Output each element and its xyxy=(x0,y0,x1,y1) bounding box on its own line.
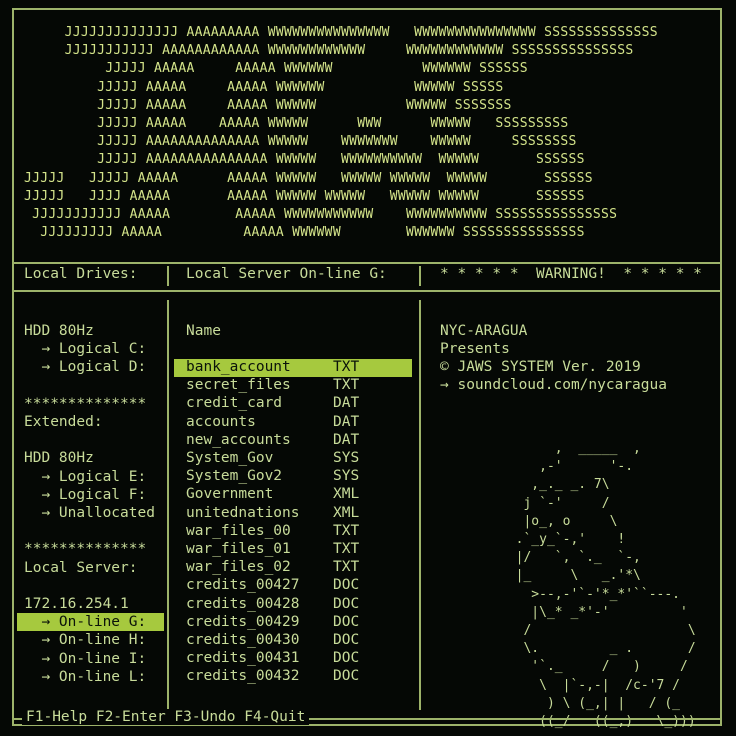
drive-item[interactable]: → Logical F: xyxy=(24,486,146,504)
info-title: NYC-ARAGUA xyxy=(440,323,528,339)
file-name[interactable]: credits_00432 xyxy=(186,667,300,685)
file-type: TXT xyxy=(333,541,360,557)
function-key-bar[interactable]: F1-Help F2-Enter F3-Undo F4-Quit xyxy=(22,709,310,725)
drive-item-selected[interactable]: → On-line G: xyxy=(17,613,164,632)
file-type: DOC xyxy=(333,632,360,648)
file-type: SYS xyxy=(333,468,360,485)
header-top-divider xyxy=(14,262,720,264)
file-type: SYS xyxy=(333,450,360,466)
drive-panel-label: ************** xyxy=(24,541,147,558)
file-name[interactable]: war_files_00 xyxy=(186,522,291,540)
drive-panel-label: Extended: xyxy=(24,414,103,430)
panel-separator-2 xyxy=(419,300,421,710)
file-type: DOC xyxy=(333,668,360,685)
warning-header: * * * * * WARNING! * * * * * xyxy=(440,266,702,282)
drive-item[interactable]: → On-line I: xyxy=(24,650,146,668)
file-name[interactable]: credits_00429 xyxy=(186,613,300,631)
file-type: DAT xyxy=(333,431,360,448)
header-separator-2 xyxy=(419,266,421,286)
file-type: DOC xyxy=(333,613,360,630)
file-name[interactable]: war_files_02 xyxy=(186,558,291,576)
local-drives-header: Local Drives: xyxy=(24,266,138,282)
info-presents: Presents xyxy=(440,341,510,357)
file-type: XML xyxy=(333,486,360,503)
file-name[interactable]: System_Gov xyxy=(186,449,273,467)
drive-item[interactable]: → Unallocated xyxy=(24,504,155,522)
file-name[interactable]: credits_00427 xyxy=(186,576,300,594)
header-bottom-divider xyxy=(14,290,720,292)
file-name[interactable]: secret_files xyxy=(186,376,291,394)
file-name[interactable]: accounts xyxy=(186,413,256,431)
file-name[interactable]: new_accounts xyxy=(186,431,291,449)
drive-panel-label: 172.16.254.1 xyxy=(24,596,129,612)
drive-panel-label: HDD 80Hz xyxy=(24,323,94,339)
file-name[interactable]: Government xyxy=(186,485,273,503)
drive-item[interactable]: → On-line H: xyxy=(24,631,146,649)
file-type: TXT xyxy=(333,359,360,375)
local-server-header: Local Server On-line G: xyxy=(186,266,387,282)
drive-item[interactable]: → On-line L: xyxy=(24,668,146,686)
drive-panel-label: HDD 80Hz xyxy=(24,450,94,467)
file-name[interactable]: credits_00428 xyxy=(186,595,300,613)
drive-item[interactable]: → Logical D: xyxy=(24,358,146,376)
jaws-banner-art: JJJJJJJJJJJJJJ AAAAAAAAA WWWWWWWWWWWWWWW… xyxy=(24,25,658,241)
header-separator-1 xyxy=(167,266,169,286)
drive-panel-label: ************** xyxy=(24,395,147,412)
file-type: TXT xyxy=(333,559,360,576)
file-type: TXT xyxy=(333,377,360,394)
file-name[interactable]: credits_00430 xyxy=(186,631,300,649)
file-type: DAT xyxy=(333,413,360,430)
file-type: DOC xyxy=(333,650,360,667)
drive-item[interactable]: → Logical C: xyxy=(24,340,146,358)
file-type: DOC xyxy=(333,577,360,594)
name-column-header: Name xyxy=(186,323,221,339)
file-name[interactable]: credit_card xyxy=(186,394,282,412)
file-type: TXT xyxy=(333,522,360,539)
shark-ascii-art: , _____ , ,-' '-. ,_._ _. 7\ j `-' / |o_… xyxy=(515,441,696,730)
info-link[interactable]: → soundcloud.com/nycaragua xyxy=(440,376,667,394)
file-type: DOC xyxy=(333,595,360,612)
file-name[interactable]: System_Gov2 xyxy=(186,467,282,485)
panel-separator-1 xyxy=(167,300,169,710)
file-name[interactable]: credits_00431 xyxy=(186,649,300,667)
drive-panel-label: Local Server: xyxy=(24,559,138,576)
file-name[interactable]: war_files_01 xyxy=(186,540,291,558)
file-name[interactable]: bank_account xyxy=(186,358,291,376)
file-type: XML xyxy=(333,504,360,521)
file-name[interactable]: unitednations xyxy=(186,504,300,522)
info-version: © JAWS SYSTEM Ver. 2019 xyxy=(440,359,641,375)
file-type: DAT xyxy=(333,395,360,412)
drive-item[interactable]: → Logical E: xyxy=(24,468,146,486)
